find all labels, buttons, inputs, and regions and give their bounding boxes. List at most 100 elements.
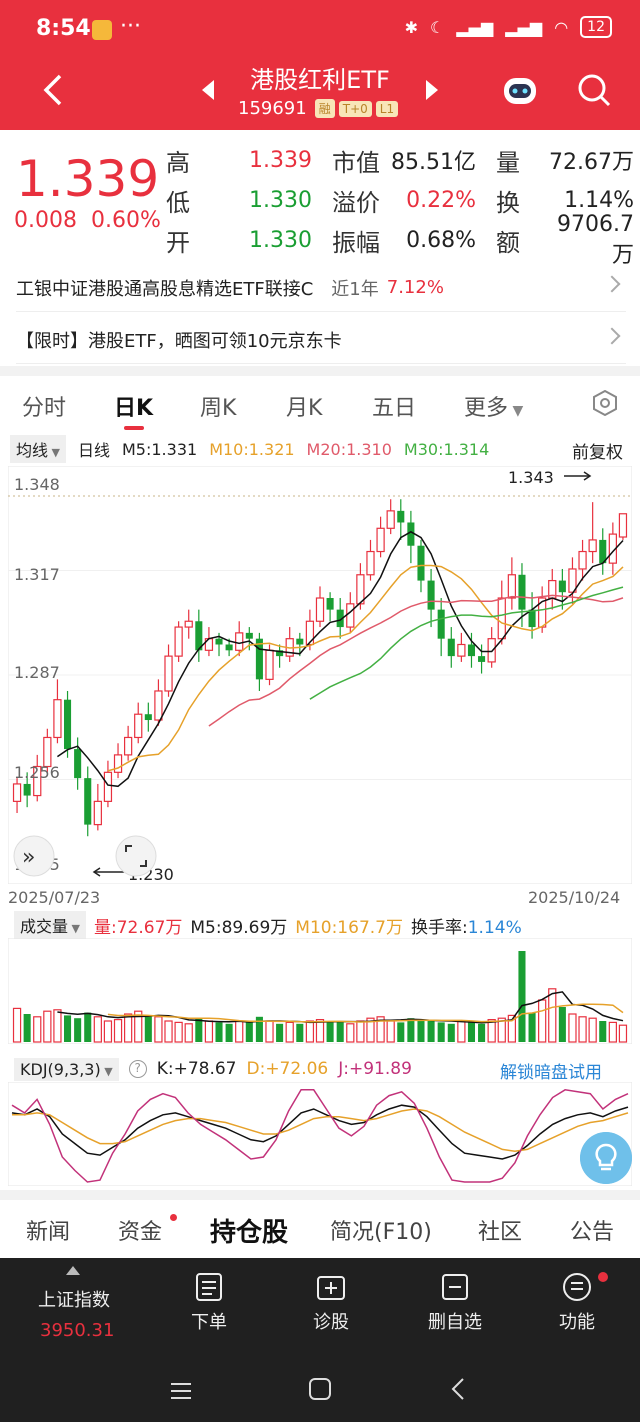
volume-bar [397, 1022, 405, 1042]
function-badge-dot [598, 1272, 608, 1282]
next-stock-icon[interactable] [426, 80, 438, 100]
change-value: 0.008 [14, 208, 77, 233]
volume-bar [225, 1023, 233, 1042]
order-icon[interactable] [194, 1272, 224, 1302]
candle [276, 644, 284, 668]
index-expand-icon[interactable] [66, 1266, 80, 1275]
candle [457, 632, 466, 662]
caret-down-icon: ▼ [508, 403, 524, 419]
kdj-j: J:+91.89 [338, 1059, 412, 1079]
tab-profile-f10[interactable]: 简况(F10) [330, 1214, 432, 1246]
promo-link[interactable]: 【限时】港股ETF，晒图可领10元京东卡 [16, 316, 626, 364]
index-name[interactable]: 上证指数 [38, 1286, 110, 1312]
volume-m10: M10:167.7万 [295, 917, 403, 938]
volume-bar [84, 1012, 92, 1042]
volume-bar [235, 1020, 244, 1043]
volume-bar [195, 1018, 203, 1042]
index-value: 3950.31 [40, 1320, 115, 1341]
candle [195, 609, 203, 662]
current-price: 1.339 [16, 150, 160, 208]
divider [0, 366, 640, 376]
label-premium: 溢价 [332, 188, 380, 217]
nav-diagnose[interactable]: 诊股 [291, 1308, 371, 1334]
nav-functions[interactable]: 功能 [537, 1308, 617, 1334]
tab-five-day[interactable]: 五日 [372, 390, 416, 422]
kdj-indicator-select[interactable]: KDJ(9,3,3) ▼ [14, 1057, 119, 1081]
candle [74, 737, 82, 790]
stock-code: 159691 [238, 98, 307, 119]
candlestick-chart[interactable]: 1.348 1.317 1.287 1.256 1.225 1.343 1.23… [8, 466, 632, 884]
quote-grid: 高 1.339 市值 85.51亿 量 72.67万 低 1.330 溢价 0.… [166, 140, 640, 268]
y-label-3: 1.256 [14, 763, 60, 782]
tab-daily-k[interactable]: 日K [114, 390, 153, 422]
funds-badge-dot [170, 1214, 177, 1221]
volume-bar [285, 1021, 294, 1043]
turnover-label: 换手率:1.14% [411, 913, 522, 938]
label-mktcap: 市值 [332, 148, 380, 177]
nav-remove-watchlist[interactable]: 删自选 [415, 1308, 495, 1334]
diagnose-icon[interactable] [316, 1272, 346, 1302]
tab-funds[interactable]: 资金 [118, 1214, 162, 1246]
candle [397, 499, 405, 540]
kdj-k-line [11, 1104, 629, 1160]
candle [12, 778, 22, 813]
expand-sidebar-icon[interactable]: » [13, 835, 55, 877]
volume-bar [538, 999, 547, 1043]
volume-bar [33, 1016, 42, 1043]
remove-watchlist-icon[interactable] [440, 1272, 470, 1302]
kdj-chart[interactable] [8, 1082, 632, 1186]
label-amplitude: 振幅 [332, 228, 380, 257]
quote-row-open: 开 1.330 振幅 0.68% 额 9706.7万 [166, 212, 640, 268]
battery-icon: 12 [580, 16, 612, 38]
tab-weekly-k[interactable]: 周K [200, 390, 236, 422]
volume-bar [23, 1014, 31, 1042]
volume-bar [518, 951, 526, 1042]
candle [507, 557, 517, 610]
volume-bar [558, 1007, 566, 1042]
related-fund-link[interactable]: 工银中证港股通高股息精选ETF联接C 近1年 7.12% [16, 264, 626, 312]
volume-legend: 成交量 ▼ 量:72.67万 M5:89.69万 M10:167.7万 换手率:… [14, 911, 634, 939]
ma10-value: M10:1.321 [209, 439, 295, 459]
back-nav-icon[interactable] [446, 1376, 472, 1402]
volume-bar [467, 1022, 476, 1042]
adjust-mode-toggle[interactable]: 前复权 [572, 438, 623, 463]
volume-bar [427, 1021, 435, 1042]
volume-chart[interactable] [8, 938, 632, 1044]
tab-news[interactable]: 新闻 [26, 1214, 70, 1246]
volume-bar [336, 1021, 344, 1042]
tab-announcements[interactable]: 公告 [570, 1214, 614, 1246]
candle [255, 632, 263, 691]
fullscreen-icon[interactable] [115, 835, 157, 877]
ma5-value: M5:1.331 [122, 439, 198, 459]
help-icon[interactable]: ? [128, 1060, 147, 1078]
menu-icon[interactable] [562, 1272, 592, 1302]
recent-apps-icon[interactable] [168, 1378, 194, 1404]
tab-community[interactable]: 社区 [478, 1214, 522, 1246]
price-change: 0.008 0.60% [14, 208, 161, 233]
tab-more[interactable]: 更多 ▼ [464, 390, 523, 422]
signal-icon-2: ▂▄▆ [505, 17, 543, 37]
nav-order[interactable]: 下单 [169, 1308, 249, 1334]
gear-icon[interactable] [592, 390, 618, 416]
kdj-d-line [12, 1108, 629, 1153]
lightbulb-icon[interactable] [580, 1132, 632, 1184]
candle [184, 609, 193, 639]
search-icon[interactable] [576, 72, 612, 108]
home-icon[interactable] [307, 1376, 333, 1402]
tab-monthly-k[interactable]: 月K [286, 390, 322, 422]
ma-mode-select[interactable]: 均线 ▼ [10, 435, 66, 463]
tab-holdings[interactable]: 持仓股 [210, 1212, 288, 1249]
kdj-label: KDJ(9,3,3) [20, 1059, 101, 1079]
volume-bar [315, 1018, 325, 1043]
value-amount: 9706.7万 [557, 211, 634, 268]
volume-bar [447, 1023, 455, 1042]
unlock-dark-pool-link[interactable]: 解锁暗盘试用 [500, 1058, 602, 1083]
candle [144, 702, 152, 732]
chevron-right-icon [603, 327, 621, 345]
volume-bar [103, 1020, 113, 1043]
stock-subtitle: 159691 融 T+0 L1 [238, 98, 399, 119]
ai-assistant-icon[interactable] [500, 72, 540, 108]
volume-bar [93, 1016, 102, 1043]
volume-indicator-select[interactable]: 成交量 ▼ [14, 911, 86, 939]
tab-intraday[interactable]: 分时 [22, 390, 66, 422]
